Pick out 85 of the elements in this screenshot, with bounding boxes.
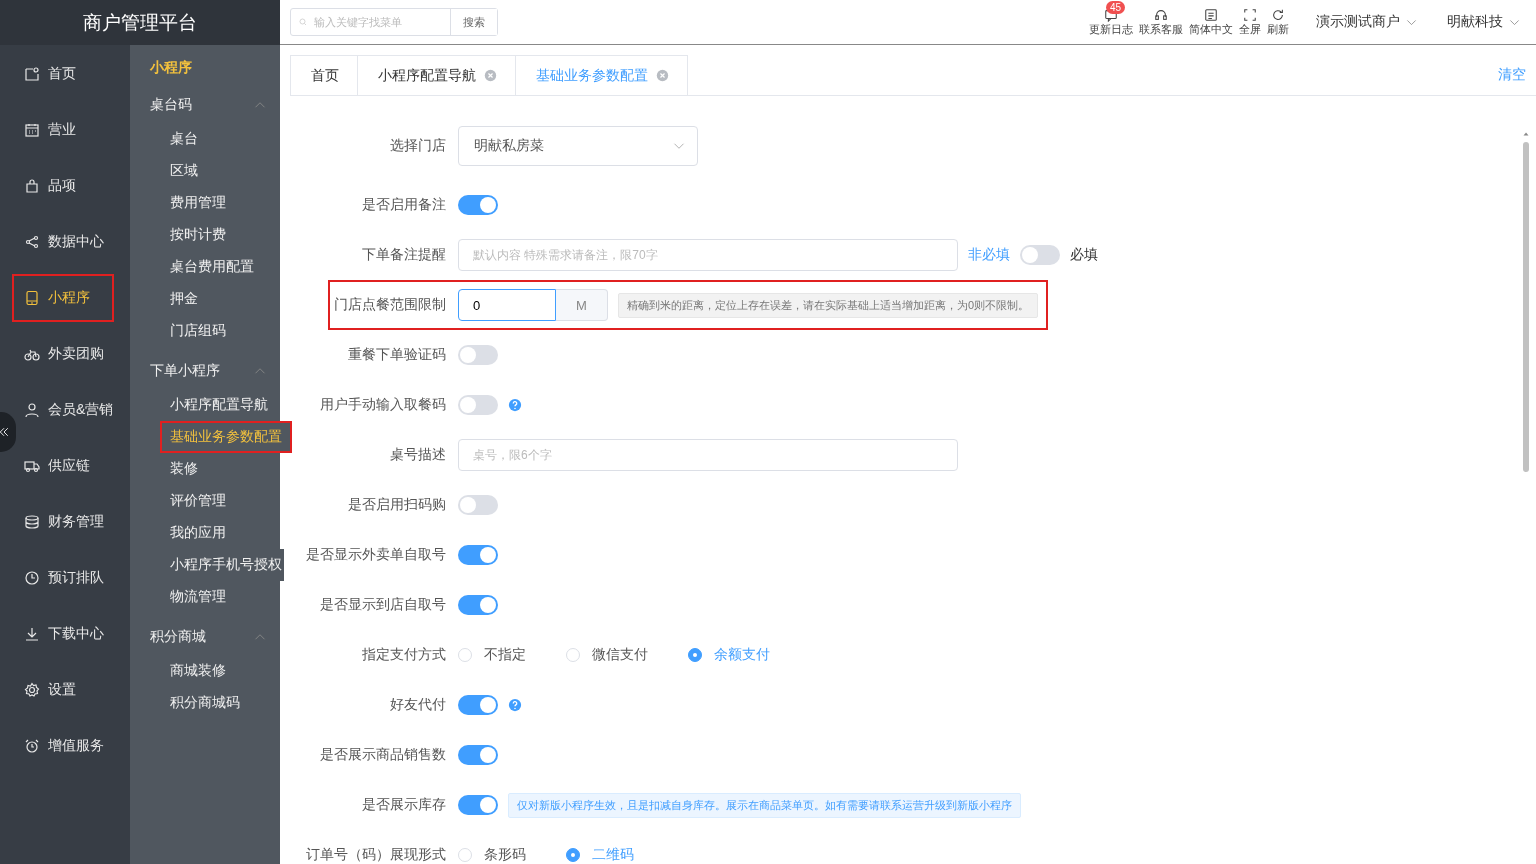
info-note: 仅对新版小程序生效，且是扣减自身库存。展示在商品菜单页。如有需要请联系运营升级到新版小程序 (508, 792, 1021, 818)
toggle-switch[interactable] (458, 795, 498, 815)
nav-item[interactable]: 数据中心 (18, 214, 130, 270)
double-chevron-left-icon (0, 426, 10, 438)
toggle-switch[interactable] (458, 395, 498, 415)
toolbar-button[interactable]: 全屏 (1236, 0, 1264, 44)
field-label: 桌号描述 (389, 446, 447, 464)
toggle-switch[interactable] (458, 195, 498, 215)
field-label: 订单号（码）展现形式 (305, 846, 447, 864)
user-icon (24, 402, 40, 418)
toggle-switch[interactable] (458, 545, 498, 565)
nav-item[interactable]: 设置 (18, 662, 130, 718)
option-label: 非必填 (968, 246, 1010, 264)
toolbar-button[interactable]: 联系客服 (1136, 0, 1186, 44)
count-badge: 45 (1106, 1, 1126, 14)
field-label: 选择门店 (389, 137, 447, 155)
field-label: 指定支付方式 (361, 646, 447, 664)
toggle-switch[interactable] (458, 345, 498, 365)
radio-option[interactable]: 微信支付 (566, 646, 648, 664)
unit-label: M (556, 289, 608, 321)
nav-item[interactable]: 增值服务 (18, 718, 130, 774)
menu-group[interactable]: 积分商城 (130, 619, 280, 655)
toggle-switch[interactable] (458, 745, 498, 765)
nav-item[interactable]: 供应链 (18, 438, 130, 494)
field-label: 是否显示外卖单自取号 (305, 546, 447, 564)
field-label: 是否启用扫码购 (347, 496, 447, 514)
toggle-switch[interactable] (458, 695, 498, 715)
menu-group[interactable]: 桌台码 (130, 87, 280, 123)
option-label: 必填 (1070, 246, 1098, 264)
nav-item[interactable]: 外卖团购 (18, 326, 130, 382)
menu-group[interactable]: 下单小程序 (130, 353, 280, 389)
account-dropdown[interactable]: 演示测试商户 (1310, 12, 1423, 32)
input-field[interactable]: 默认内容 特殊需求请备注，限70字 (458, 239, 958, 271)
hint-text: 精确到米的距离，定位上存在误差，请在实际基础上适当增加距离，为0则不限制。 (618, 292, 1039, 318)
field-label: 是否显示到店自取号 (319, 596, 447, 614)
close-icon[interactable] (656, 69, 669, 82)
nav-item[interactable]: 预订排队 (18, 550, 130, 606)
submenu-item[interactable]: 小程序手机号授权 (170, 549, 284, 581)
field-label: 用户手动输入取餐码 (319, 396, 447, 414)
field-label: 重餐下单验证码 (347, 346, 447, 364)
nav-item[interactable]: 首页 (18, 46, 130, 102)
download-icon (24, 626, 40, 642)
input-field[interactable]: 0 (458, 289, 556, 321)
toolbar-button[interactable]: 更新日志 45 (1086, 0, 1136, 44)
submenu-item[interactable]: 基础业务参数配置 (160, 421, 292, 453)
nav-item[interactable]: 会员&营销 (18, 382, 130, 438)
calendar-icon (24, 122, 40, 138)
nav-item[interactable]: 小程序 (12, 274, 114, 322)
field-label: 好友代付 (389, 696, 447, 714)
input-field[interactable]: 桌号，限6个字 (458, 439, 958, 471)
toggle-switch[interactable] (1020, 245, 1060, 265)
field-label: 下单备注提醒 (361, 246, 447, 264)
toggle-switch[interactable] (458, 595, 498, 615)
close-icon[interactable] (484, 69, 497, 82)
search-field[interactable]: 输入关键字找菜单 搜索 (290, 8, 498, 36)
field-label: 是否展示商品销售数 (319, 746, 447, 764)
search-icon (299, 16, 307, 28)
toolbar-button[interactable]: 刷新 (1264, 0, 1292, 44)
shopping-bag-icon (24, 178, 40, 194)
submenu-title: 小程序 (149, 59, 193, 77)
refresh-icon (1271, 8, 1285, 22)
gear-icon (24, 682, 40, 698)
truck-icon (24, 458, 40, 474)
radio-option[interactable]: 不指定 (458, 646, 526, 664)
store-select[interactable]: 明献私房菜 (458, 126, 698, 166)
field-label: 是否展示库存 (361, 796, 447, 814)
toggle-switch[interactable] (458, 495, 498, 515)
alarm-clock-icon (24, 738, 40, 754)
account-dropdown[interactable]: 明献科技 (1441, 12, 1526, 32)
field-label: 是否启用备注 (361, 196, 447, 214)
fullscreen-icon (1243, 8, 1257, 22)
nav-item[interactable]: 下载中心 (18, 606, 130, 662)
clock-icon (24, 570, 40, 586)
headset-icon (1154, 8, 1168, 22)
nav-item[interactable]: 品项 (18, 158, 130, 214)
radio-option[interactable]: 条形码 (458, 846, 526, 864)
brand-title: 商户管理平台 (0, 0, 280, 45)
database-icon (24, 514, 40, 530)
toolbar-button[interactable]: 简体中文 (1186, 0, 1236, 44)
scroll-up-icon (1522, 130, 1530, 138)
nav-item[interactable]: 财务管理 (18, 494, 130, 550)
field-label: 门店点餐范围限制 (333, 296, 447, 314)
phone-icon (24, 290, 40, 306)
share-icon (24, 234, 40, 250)
nav-item[interactable]: 营业 (18, 102, 130, 158)
